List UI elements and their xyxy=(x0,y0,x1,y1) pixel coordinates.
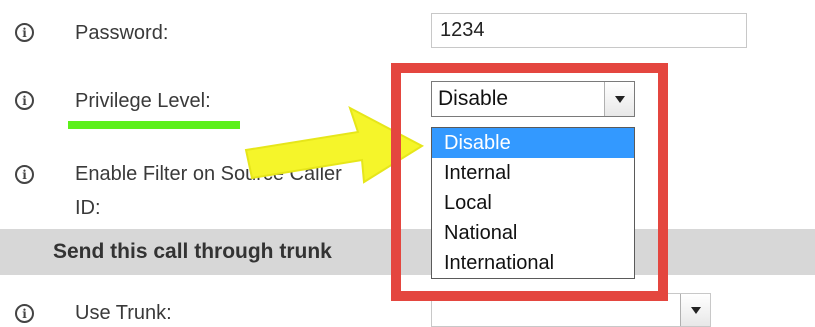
use-trunk-label: Use Trunk: xyxy=(75,302,172,324)
password-label: Password: xyxy=(75,22,169,44)
chevron-down-icon xyxy=(690,306,701,314)
red-highlight-box-annotation xyxy=(391,63,668,301)
info-icon[interactable]: i xyxy=(15,165,34,184)
dropdown-button[interactable] xyxy=(680,294,710,326)
privilege-level-label: Privilege Level: xyxy=(75,90,211,112)
green-underline-annotation xyxy=(68,121,240,129)
password-input[interactable] xyxy=(431,13,747,48)
info-icon[interactable]: i xyxy=(15,304,34,323)
info-icon[interactable]: i xyxy=(15,23,34,42)
section-title: Send this call through trunk xyxy=(53,240,332,263)
filter-label-line2: ID: xyxy=(75,197,101,219)
info-icon[interactable]: i xyxy=(15,91,34,110)
